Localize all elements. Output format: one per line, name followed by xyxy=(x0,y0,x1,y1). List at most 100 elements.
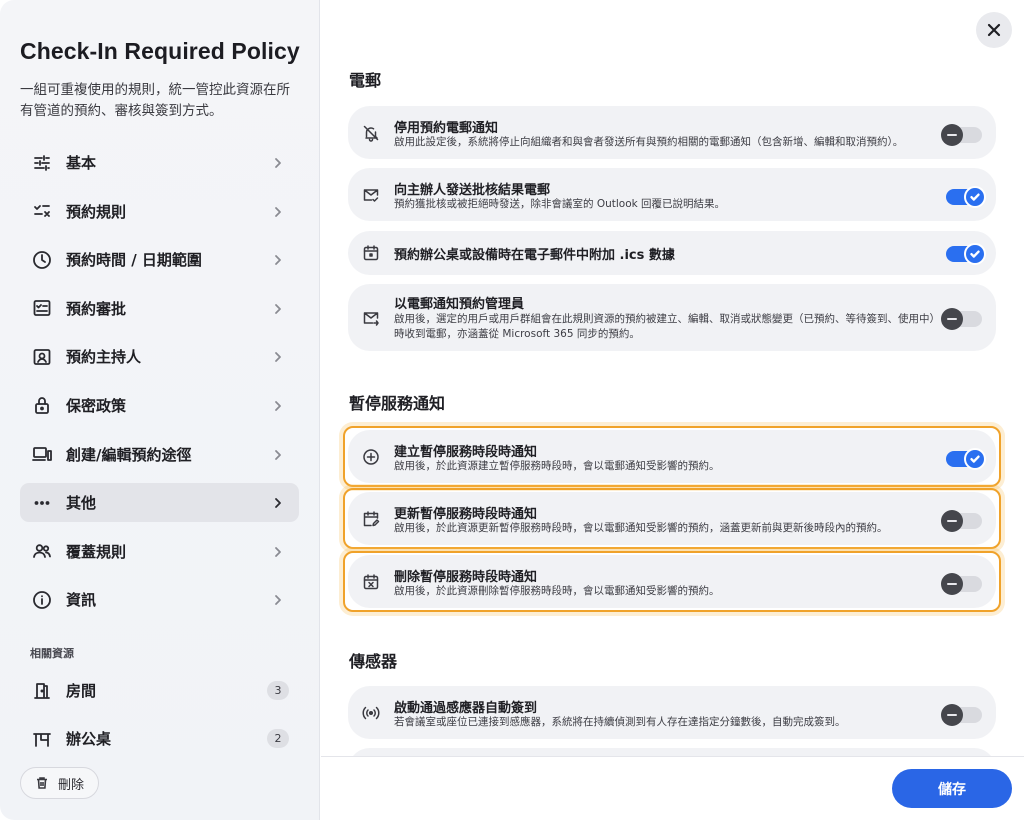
check-icon xyxy=(964,448,986,470)
sidebar-item-booking-rules[interactable]: 預約規則 xyxy=(20,192,299,231)
sidebar-item-label: 創建/編輯預約途徑 xyxy=(66,445,192,464)
delete-button[interactable]: 刪除 xyxy=(20,767,100,799)
related-item-label: 房間 xyxy=(66,682,97,700)
sliders-icon xyxy=(32,153,52,173)
sidebar-item-label: 預約規則 xyxy=(66,202,127,221)
users-icon xyxy=(32,541,52,561)
more-icon xyxy=(32,493,52,513)
toggle-switch[interactable] xyxy=(941,510,982,532)
policy-dialog: Check-In Required Policy 一組可重複使用的規則，統一管控… xyxy=(0,0,1024,820)
check-icon xyxy=(964,186,986,208)
devices-icon xyxy=(32,444,52,464)
sensor-icon xyxy=(362,704,380,722)
related-item-desks[interactable]: 辦公桌 2 xyxy=(20,719,299,758)
footer-bar: 儲存 xyxy=(321,756,1024,820)
chevron-right-icon xyxy=(271,301,285,315)
sidebar-item-other[interactable]: 其他 xyxy=(20,483,299,523)
host-icon xyxy=(32,347,52,367)
delete-label: 刪除 xyxy=(58,777,85,793)
info-icon xyxy=(32,590,52,610)
sidebar-item-time-range[interactable]: 預約時間 / 日期範圍 xyxy=(20,240,299,279)
related-item-label: 辦公桌 xyxy=(66,730,112,748)
section-title-sensors: 傳感器 xyxy=(349,652,398,671)
setting-title: 更新暫停服務時段時通知 xyxy=(394,507,538,522)
chevron-right-icon xyxy=(271,155,285,169)
section-title-email: 電郵 xyxy=(349,71,382,90)
setting-card: 建立暫停服務時段時通知 啟用後，於此資源建立暫停服務時段時，會以電郵通知受影響的… xyxy=(348,430,996,483)
toggle-knob xyxy=(941,124,963,146)
toggle-switch[interactable] xyxy=(946,448,986,470)
save-button[interactable]: 儲存 xyxy=(892,769,1012,808)
toggle-switch[interactable] xyxy=(941,704,982,726)
setting-card: 停用預約電郵通知 啟用此設定後，系統將停止向組織者和與會者發送所有與預約相關的電… xyxy=(348,106,996,159)
lock-icon xyxy=(32,395,52,415)
setting-card: 預約辦公桌或設備時在電子郵件中附加 .ics 數據 xyxy=(348,231,996,275)
toggle-switch[interactable] xyxy=(946,186,986,208)
setting-title: 停用預約電郵通知 xyxy=(394,121,499,136)
setting-card: 更新暫停服務時段時通知 啟用後，於此資源更新暫停服務時段時，會以電郵通知受影響的… xyxy=(348,492,996,545)
setting-description: 若會議室或座位已連接到感應器，系統將在持續偵測到有人存在達指定分鐘數後，自動完成… xyxy=(394,716,846,728)
setting-description: 啟用後，選定的用戶或用戶群組會在此規則資源的預約被建立、編輯、取消或狀態變更（已… xyxy=(394,313,940,340)
sidebar-item-label: 資訊 xyxy=(66,591,97,610)
sidebar-item-label: 保密政策 xyxy=(66,396,127,415)
toggle-switch[interactable] xyxy=(941,308,982,330)
setting-title: 啟動通過感應器自動簽到 xyxy=(394,701,538,716)
sidebar-item-channels[interactable]: 創建/編輯預約途徑 xyxy=(20,435,299,474)
setting-title: 建立暫停服務時段時通知 xyxy=(394,445,538,460)
sidebar-item-info[interactable]: 資訊 xyxy=(20,580,299,619)
calendar-edit-icon xyxy=(362,510,380,528)
setting-card xyxy=(348,748,996,756)
chevron-right-icon xyxy=(271,544,285,558)
toggle-knob xyxy=(941,308,963,330)
add-circle-icon xyxy=(362,448,380,466)
setting-description: 預約獲批核或被拒絕時發送，除非會議室的 Outlook 回覆已說明結果。 xyxy=(394,198,726,210)
settings-panel: 電郵 停用預約電郵通知 啟用此設定後，系統將停止向組織者和與會者發送所有與預約相… xyxy=(321,0,1024,756)
chevron-right-icon xyxy=(271,204,285,218)
chevron-right-icon xyxy=(271,398,285,412)
sidebar-item-host[interactable]: 預約主持人 xyxy=(20,337,299,376)
sidebar-item-approval[interactable]: 預約審批 xyxy=(20,289,299,328)
chevron-right-icon xyxy=(271,447,285,461)
related-item-rooms[interactable]: 房間 3 xyxy=(20,671,299,710)
sidebar-item-label: 其他 xyxy=(66,494,97,513)
count-badge: 3 xyxy=(267,681,289,700)
door-icon xyxy=(32,681,52,701)
toggle-switch[interactable] xyxy=(946,243,986,265)
chevron-right-icon xyxy=(271,495,285,509)
calendar-icon xyxy=(362,244,380,262)
setting-title: 向主辦人發送批核結果電郵 xyxy=(394,183,551,198)
sidebar-item-label: 預約審批 xyxy=(66,299,127,318)
setting-card: 刪除暫停服務時段時通知 啟用後，於此資源刪除暫停服務時段時，會以電郵通知受影響的… xyxy=(348,555,996,608)
setting-card: 啟動通過感應器自動簽到 若會議室或座位已連接到感應器，系統將在持續偵測到有人存在… xyxy=(348,686,996,739)
setting-description: 啟用此設定後，系統將停止向組織者和與會者發送所有與預約相關的電郵通知（包含新增、… xyxy=(394,136,904,148)
setting-title: 以電郵通知預約管理員 xyxy=(394,297,525,312)
setting-card: 向主辦人發送批核結果電郵 預約獲批核或被拒絕時發送，除非會議室的 Outlook… xyxy=(348,168,996,221)
close-button[interactable] xyxy=(976,12,1012,48)
checklist-icon xyxy=(32,201,52,221)
sidebar-item-label: 預約時間 / 日期範圍 xyxy=(66,251,202,270)
mail-forward-icon xyxy=(362,309,380,327)
setting-title: 預約辦公桌或設備時在電子郵件中附加 .ics 數據 xyxy=(394,248,675,263)
related-resources-heading: 相關資源 xyxy=(30,647,74,660)
sidebar-item-override[interactable]: 覆蓋規則 xyxy=(20,532,299,571)
trash-icon xyxy=(37,777,47,789)
chevron-right-icon xyxy=(271,592,285,606)
toggle-knob xyxy=(941,704,963,726)
toggle-knob xyxy=(941,573,963,595)
related-resources-list: 房間 3 辦公桌 2 xyxy=(20,671,299,767)
setting-card: 以電郵通知預約管理員 啟用後，選定的用戶或用戶群組會在此規則資源的預約被建立、編… xyxy=(348,284,996,351)
sidebar-item-privacy[interactable]: 保密政策 xyxy=(20,386,299,425)
sidebar: Check-In Required Policy 一組可重複使用的規則，統一管控… xyxy=(0,0,320,820)
approval-icon xyxy=(32,298,52,318)
sidebar-item-label: 基本 xyxy=(66,154,97,172)
policy-description: 一組可重複使用的規則，統一管控此資源在所有管道的預約、審核與簽到方式。 xyxy=(20,82,290,119)
sidebar-item-basic[interactable]: 基本 xyxy=(20,143,299,182)
mail-check-icon xyxy=(362,186,380,204)
toggle-switch[interactable] xyxy=(941,124,982,146)
toggle-switch[interactable] xyxy=(941,573,982,595)
chevron-right-icon xyxy=(271,252,285,266)
setting-title: 刪除暫停服務時段時通知 xyxy=(394,570,538,585)
setting-description: 啟用後，於此資源更新暫停服務時段時，會以電郵通知受影響的預約，涵蓋更新前與更新後… xyxy=(394,522,888,534)
toggle-knob xyxy=(941,510,963,532)
chevron-right-icon xyxy=(271,349,285,363)
